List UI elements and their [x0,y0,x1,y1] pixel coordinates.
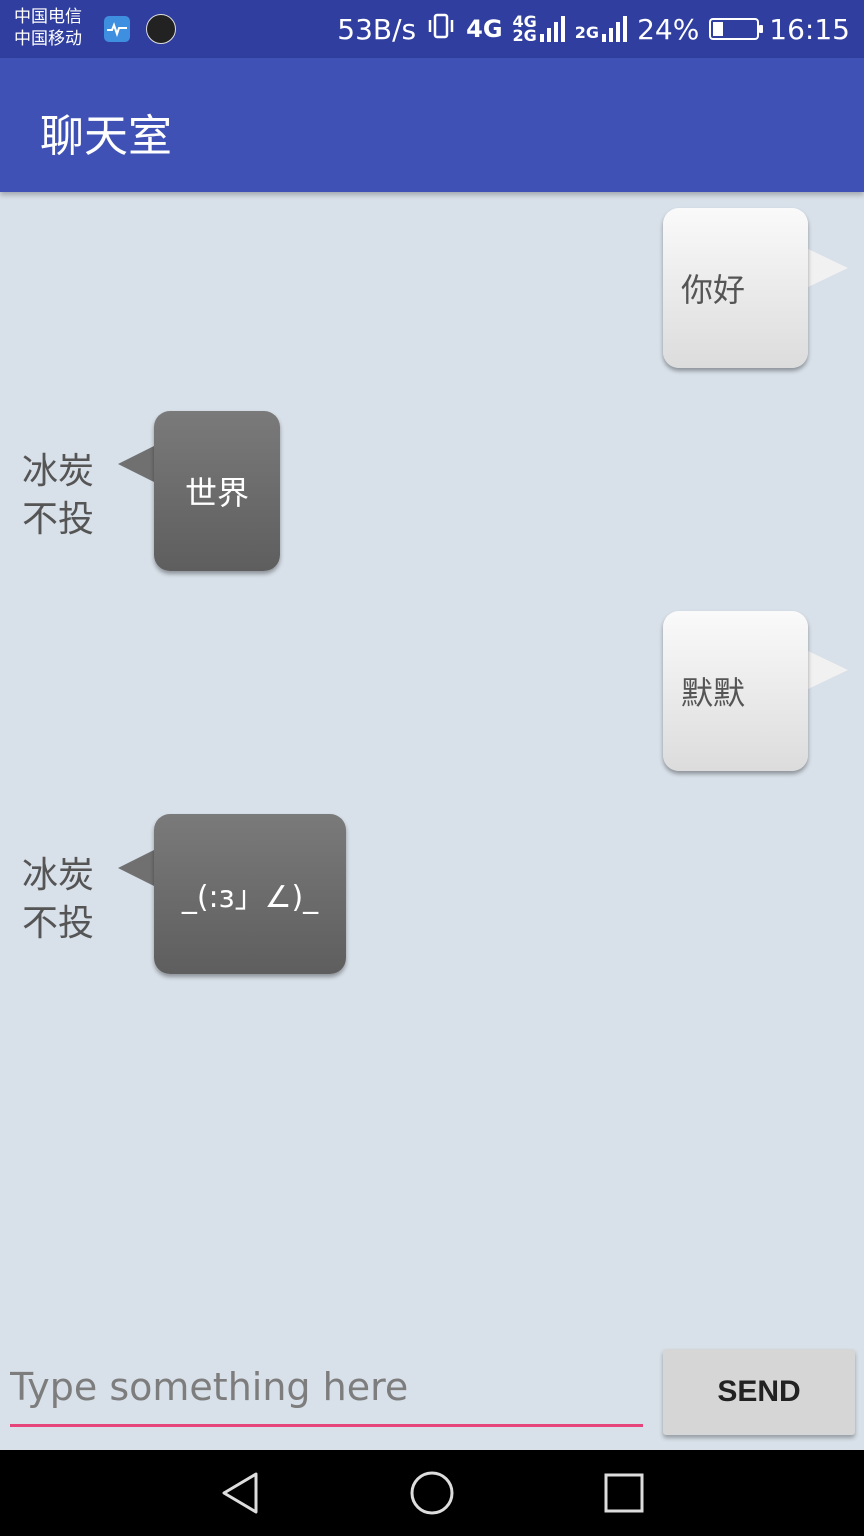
send-button[interactable]: SEND [663,1349,855,1435]
page-title: 聊天室 [40,111,172,162]
message-input-container [10,1350,643,1427]
bubble-tail [806,650,848,690]
status-bar: 中国电信 中国移动 53B/s 4G 4G 2G 2G 24% 16:15 [0,0,864,58]
message-bubble: 世界 [154,411,280,571]
signal-group-3: 2G [574,16,628,42]
avatar-icon [146,14,176,44]
clock: 16:15 [769,12,850,46]
net-speed: 53B/s [337,12,417,46]
sender-name-line: 冰炭 [22,855,95,896]
sender-name: 冰炭 不投 [22,852,112,948]
signal-group-2: 4G 2G [512,14,565,45]
back-icon[interactable] [218,1470,264,1520]
signal-icon [539,16,565,42]
signal-icon-2 [602,16,628,42]
vibrate-icon [426,11,456,48]
carrier-1: 中国电信 [14,7,82,27]
recents-icon[interactable] [603,1470,645,1520]
sender-name: 冰炭 不投 [22,448,112,544]
bubble-tail [118,850,154,886]
message-bubble: 你好 [663,208,808,368]
message-bubble: _(:з」∠)_ [154,814,346,974]
carrier-labels: 中国电信 中国移动 [14,6,82,50]
status-icons: 53B/s 4G 4G 2G 2G 24% 16:15 [337,0,850,58]
battery-icon [709,18,764,40]
app-bar: 聊天室 [0,58,864,192]
sender-name-line: 不投 [22,499,95,540]
navigation-bar [0,1450,864,1536]
network-type-3: 2G [574,23,600,42]
bubble-tail [806,248,848,288]
message-input[interactable] [10,1350,643,1427]
bubble-tail [118,446,154,482]
battery-percent: 24% [637,12,700,46]
network-type-1: 4G [466,15,503,43]
carrier-2: 中国移动 [14,29,82,49]
sender-name-line: 不投 [22,903,95,944]
health-app-icon [104,16,130,42]
home-icon[interactable] [408,1470,456,1520]
message-bubble: 默默 [663,611,808,771]
network-type-2-bottom: 2G [512,26,537,45]
sender-name-line: 冰炭 [22,451,95,492]
